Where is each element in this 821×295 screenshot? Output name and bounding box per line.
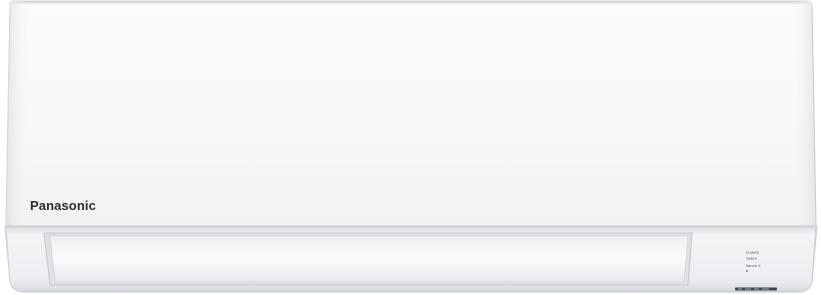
timer-indicator-label: TIMER [746,257,757,261]
power-indicator-label: POWER [746,251,760,255]
brand-logo: Panasonic [30,198,96,213]
air-conditioner-indoor-unit [4,0,818,293]
indicator-lamp [746,270,748,272]
louver-blade [49,235,689,283]
receiver-sensor-strip [735,287,777,291]
product-photo: Panasonic POWER TIMER nanoe X [0,0,821,295]
nanoe-indicator-label: nanoe X [746,264,761,268]
